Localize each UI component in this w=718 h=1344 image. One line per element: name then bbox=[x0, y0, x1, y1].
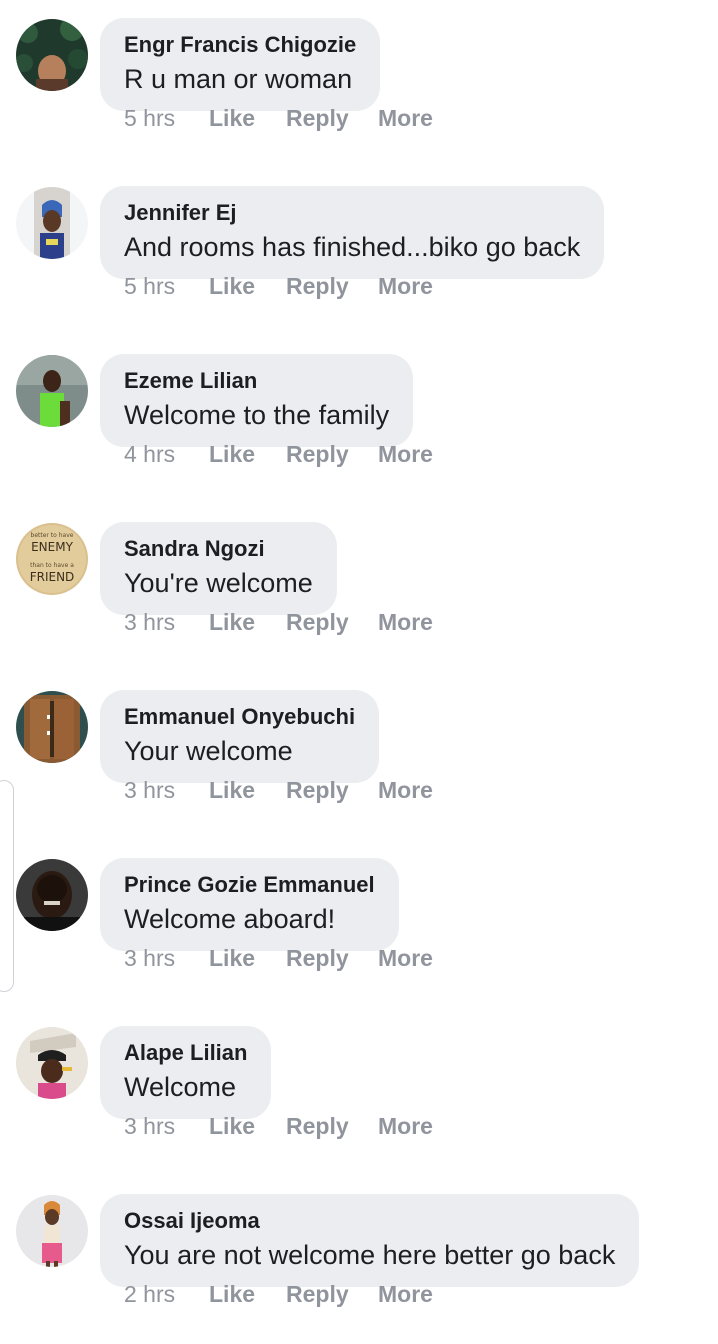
comment-text: You are not welcome here better go back bbox=[124, 1240, 616, 1270]
comment-text: You're welcome bbox=[124, 568, 313, 598]
comment-time[interactable]: 4 hrs bbox=[124, 439, 175, 469]
reply-button[interactable]: Reply bbox=[286, 1279, 349, 1309]
comment-item: Emmanuel Onyebuchi Your welcome 3 hrs Li… bbox=[0, 672, 718, 840]
comment-item: Jennifer Ej And rooms has finished...bik… bbox=[0, 168, 718, 336]
like-button[interactable]: Like bbox=[209, 943, 255, 973]
comment-text: And rooms has finished...biko go back bbox=[124, 232, 581, 262]
comment-author[interactable]: Sandra Ngozi bbox=[124, 534, 313, 564]
comment-author[interactable]: Prince Gozie Emmanuel bbox=[124, 870, 375, 900]
comment-time[interactable]: 3 hrs bbox=[124, 607, 175, 637]
like-button[interactable]: Like bbox=[209, 607, 255, 637]
reply-button[interactable]: Reply bbox=[286, 271, 349, 301]
comment-item: Engr Francis Chigozie R u man or woman 5… bbox=[0, 0, 718, 168]
reply-button[interactable]: Reply bbox=[286, 607, 349, 637]
comment-bubble: Prince Gozie Emmanuel Welcome aboard! bbox=[100, 858, 399, 951]
more-button[interactable]: More bbox=[378, 439, 433, 469]
svg-text:FRIEND: FRIEND bbox=[30, 570, 75, 584]
more-button[interactable]: More bbox=[378, 775, 433, 805]
avatar[interactable] bbox=[16, 355, 88, 427]
more-button[interactable]: More bbox=[378, 271, 433, 301]
comment-author[interactable]: Ossai Ijeoma bbox=[124, 1206, 615, 1236]
more-button[interactable]: More bbox=[378, 607, 433, 637]
avatar[interactable] bbox=[16, 1195, 88, 1267]
svg-text:than to have a: than to have a bbox=[30, 562, 74, 569]
comment-time[interactable]: 3 hrs bbox=[124, 775, 175, 805]
comment-bubble: Engr Francis Chigozie R u man or woman bbox=[100, 18, 381, 111]
comment-bubble: Emmanuel Onyebuchi Your welcome bbox=[100, 690, 380, 783]
more-button[interactable]: More bbox=[378, 1111, 433, 1141]
avatar[interactable] bbox=[16, 19, 88, 91]
comment-author[interactable]: Emmanuel Onyebuchi bbox=[124, 702, 355, 732]
comment-bubble: Ossai Ijeoma You are not welcome here be… bbox=[100, 1194, 640, 1287]
comment-bubble: Jennifer Ej And rooms has finished...bik… bbox=[100, 186, 605, 279]
comment-text: Welcome to the family bbox=[124, 400, 390, 430]
comment-text: Welcome aboard! bbox=[124, 904, 336, 934]
comment-time[interactable]: 5 hrs bbox=[124, 271, 175, 301]
comment-bubble: Ezeme Lilian Welcome to the family bbox=[100, 354, 414, 447]
svg-text:better to have: better to have bbox=[31, 532, 74, 539]
comment-item: Ossai Ijeoma You are not welcome here be… bbox=[0, 1176, 718, 1344]
reply-button[interactable]: Reply bbox=[286, 775, 349, 805]
avatar[interactable]: better to have ENEMY than to have a FRIE… bbox=[16, 523, 88, 595]
like-button[interactable]: Like bbox=[209, 775, 255, 805]
comment-time[interactable]: 3 hrs bbox=[124, 1111, 175, 1141]
comment-bubble: Sandra Ngozi You're welcome bbox=[100, 522, 337, 615]
svg-text:ENEMY: ENEMY bbox=[31, 540, 73, 554]
comment-time[interactable]: 2 hrs bbox=[124, 1279, 175, 1309]
comment-author[interactable]: Engr Francis Chigozie bbox=[124, 30, 356, 60]
reply-button[interactable]: Reply bbox=[286, 1111, 349, 1141]
reply-button[interactable]: Reply bbox=[286, 103, 349, 133]
comment-text: Your welcome bbox=[124, 736, 293, 766]
avatar[interactable] bbox=[16, 1027, 88, 1099]
comment-author[interactable]: Ezeme Lilian bbox=[124, 366, 389, 396]
avatar[interactable] bbox=[16, 187, 88, 259]
reply-button[interactable]: Reply bbox=[286, 439, 349, 469]
avatar[interactable] bbox=[16, 691, 88, 763]
more-button[interactable]: More bbox=[378, 1279, 433, 1309]
comment-bubble: Alape Lilian Welcome bbox=[100, 1026, 272, 1119]
side-panel-edge[interactable] bbox=[0, 780, 14, 992]
comment-item: Alape Lilian Welcome 3 hrs Like Reply Mo… bbox=[0, 1008, 718, 1176]
comment-item: Prince Gozie Emmanuel Welcome aboard! 3 … bbox=[0, 840, 718, 1008]
like-button[interactable]: Like bbox=[209, 271, 255, 301]
comment-text: R u man or woman bbox=[124, 64, 353, 94]
comment-text: Welcome bbox=[124, 1072, 237, 1102]
comment-item: better to have ENEMY than to have a FRIE… bbox=[0, 504, 718, 672]
comment-time[interactable]: 3 hrs bbox=[124, 943, 175, 973]
like-button[interactable]: Like bbox=[209, 103, 255, 133]
like-button[interactable]: Like bbox=[209, 439, 255, 469]
like-button[interactable]: Like bbox=[209, 1111, 255, 1141]
like-button[interactable]: Like bbox=[209, 1279, 255, 1309]
avatar[interactable] bbox=[16, 859, 88, 931]
reply-button[interactable]: Reply bbox=[286, 943, 349, 973]
comment-author[interactable]: Alape Lilian bbox=[124, 1038, 247, 1068]
more-button[interactable]: More bbox=[378, 943, 433, 973]
comment-time[interactable]: 5 hrs bbox=[124, 103, 175, 133]
comment-item: Ezeme Lilian Welcome to the family 4 hrs… bbox=[0, 336, 718, 504]
comment-author[interactable]: Jennifer Ej bbox=[124, 198, 580, 228]
more-button[interactable]: More bbox=[378, 103, 433, 133]
